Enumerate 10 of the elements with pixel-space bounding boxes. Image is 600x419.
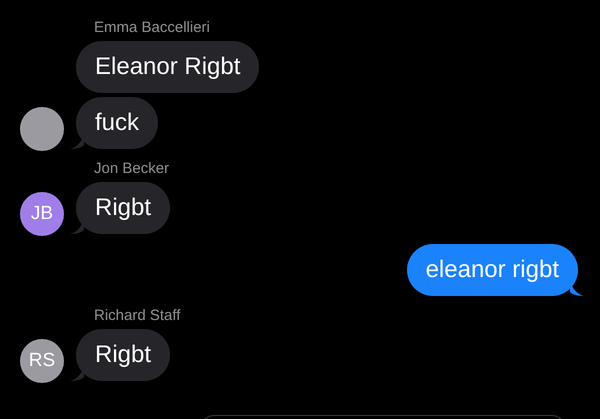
message-bubble: fuck <box>76 97 158 149</box>
avatar-initials: JB <box>30 202 54 226</box>
message-bubble: eleanor rigbt <box>406 244 578 296</box>
message-bubble: Eleanor Rigbt <box>76 41 260 93</box>
sender-name: Richard Staff <box>94 306 182 326</box>
message-bubble: Rigbt <box>76 329 170 381</box>
avatar-initials: RS <box>28 348 56 373</box>
sender-name: Jon Becker <box>94 159 170 179</box>
message-bubble: Rigbt <box>76 182 170 234</box>
sender-name: Emma Baccellieri <box>94 18 211 38</box>
